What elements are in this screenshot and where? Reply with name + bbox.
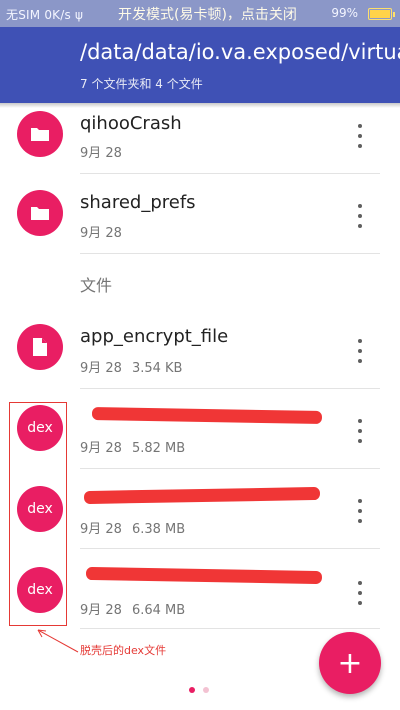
list-item[interactable]: shared_prefs 9月 28	[0, 174, 400, 254]
battery-percent: 99%	[331, 6, 358, 20]
file-date: 9月 28	[80, 441, 122, 456]
page-indicator-inactive	[203, 687, 209, 693]
annotation-label: 脱壳后的dex文件	[80, 644, 167, 657]
file-meta: 9月 28 3.54 KB	[80, 357, 182, 376]
page-indicator-active	[189, 687, 195, 693]
file-date: 9月 28	[80, 603, 122, 618]
dev-mode-banner[interactable]: 开发模式(易卡顿)，点击关闭	[118, 4, 297, 24]
redaction-scribble	[91, 406, 323, 425]
battery-fill	[370, 10, 390, 18]
divider	[80, 253, 380, 254]
folder-file-count: 7 个文件夹和 4 个文件	[80, 77, 203, 91]
battery-icon	[368, 8, 395, 20]
status-bar: 无SIM 0K/s ψ 开发模式(易卡顿)，点击关闭 99%	[0, 0, 400, 27]
file-icon	[17, 324, 63, 370]
add-button[interactable]: +	[319, 632, 381, 694]
file-size: 6.38 MB	[131, 522, 186, 537]
path-title: /data/data/io.va.exposed/virtual/da	[80, 40, 400, 64]
more-options-icon[interactable]	[352, 581, 368, 605]
app-header: /data/data/io.va.exposed/virtual/da 7 个文…	[0, 27, 400, 103]
folder-icon	[17, 111, 63, 157]
file-date: 9月 28	[80, 361, 122, 376]
more-options-icon[interactable]	[352, 204, 368, 228]
more-options-icon[interactable]	[352, 339, 368, 363]
list-item[interactable]: qihooCrash 9月 28	[0, 94, 400, 174]
file-date: 9月 28	[80, 522, 122, 537]
annotation-highlight-box	[9, 402, 67, 626]
section-header-files: 文件	[80, 276, 113, 295]
list-item[interactable]: app_encrypt_file 9月 28 3.54 KB	[0, 309, 400, 389]
file-meta: 9月 28	[80, 222, 122, 241]
file-meta: 9月 28 5.82 MB	[80, 437, 185, 456]
file-size: 3.54 KB	[131, 361, 183, 376]
file-date: 9月 28	[80, 226, 122, 241]
file-meta: 9月 28 6.64 MB	[80, 599, 185, 618]
file-size: 5.82 MB	[131, 441, 186, 456]
more-options-icon[interactable]	[352, 419, 368, 443]
file-date: 9月 28	[80, 146, 122, 161]
redaction-scribble	[85, 566, 323, 585]
status-left: 无SIM 0K/s ψ	[6, 8, 84, 22]
file-size: 6.64 MB	[131, 603, 186, 618]
file-name: shared_prefs	[80, 192, 196, 213]
folder-icon	[17, 190, 63, 236]
file-name: qihooCrash	[80, 113, 182, 134]
file-meta: 9月 28 6.38 MB	[80, 518, 185, 537]
redaction-scribble	[83, 486, 321, 505]
file-name: app_encrypt_file	[80, 326, 229, 347]
file-meta: 9月 28	[80, 142, 122, 161]
more-options-icon[interactable]	[352, 499, 368, 523]
divider	[80, 628, 380, 629]
more-options-icon[interactable]	[352, 124, 368, 148]
